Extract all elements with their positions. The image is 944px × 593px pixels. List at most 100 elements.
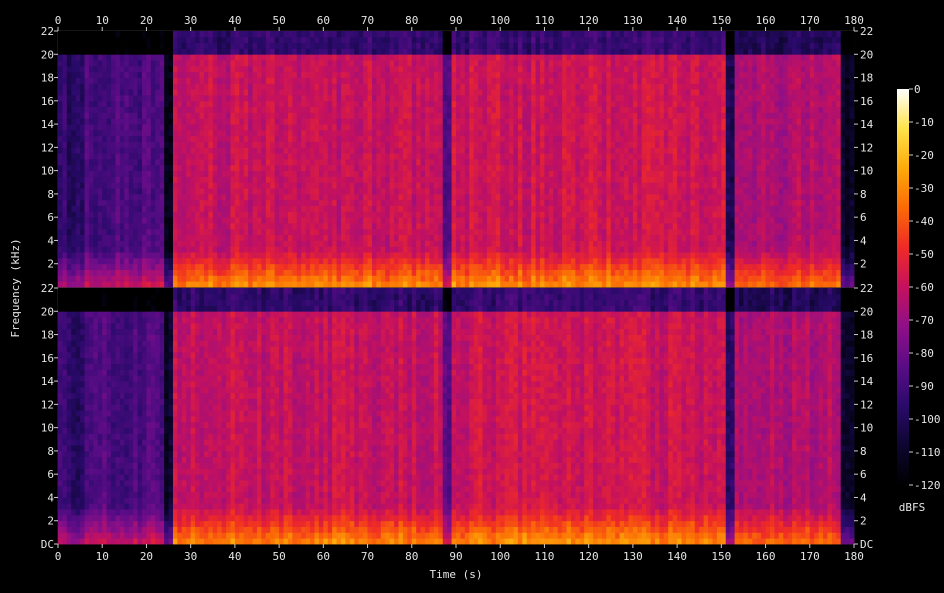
spectrogram-cell: [447, 217, 452, 223]
spectrogram-cell: [266, 252, 271, 258]
spectrogram-cell: [292, 240, 297, 246]
spectrogram-cell: [522, 31, 527, 37]
spectrogram-cell: [323, 31, 328, 37]
spectrogram-cell: [164, 182, 169, 188]
spectrogram-cell: [222, 176, 227, 182]
spectrogram-cell: [483, 31, 488, 37]
spectrogram-cell: [421, 48, 426, 54]
spectrogram-cell: [527, 252, 532, 258]
spectrogram-cell: [279, 43, 284, 49]
spectrogram-cell: [509, 176, 514, 182]
spectrogram-cell: [89, 153, 94, 159]
spectrogram-cell: [447, 95, 452, 101]
spectrogram-cell: [155, 165, 160, 171]
spectrogram-cell: [226, 124, 231, 130]
spectrogram-cell: [129, 235, 134, 241]
spectrogram-cell: [385, 211, 390, 217]
spectrogram-cell: [522, 136, 527, 142]
spectrogram-cell: [124, 159, 129, 165]
spectrogram-cell: [160, 176, 165, 182]
spectrogram-cell: [399, 66, 404, 72]
spectrogram-cell: [474, 223, 479, 229]
spectrogram-cell: [372, 112, 377, 118]
spectrogram-cell: [491, 147, 496, 153]
spectrogram-cell: [195, 124, 200, 130]
spectrogram-cell: [208, 246, 213, 252]
spectrogram-cell: [478, 281, 483, 287]
spectrogram-cell: [213, 142, 218, 148]
spectrogram-cell: [89, 229, 94, 235]
spectrogram-cell: [76, 235, 81, 241]
spectrogram-cell: [120, 270, 125, 276]
spectrogram-cell: [230, 95, 235, 101]
spectrogram-cell: [487, 182, 492, 188]
spectrogram-cell: [443, 118, 448, 124]
spectrogram-cell: [478, 118, 483, 124]
spectrogram-cell: [93, 124, 98, 130]
spectrogram-cell: [275, 107, 280, 113]
spectrogram-cell: [407, 165, 412, 171]
spectrogram-cell: [496, 60, 501, 66]
spectrogram-cell: [518, 142, 523, 148]
spectrogram-cell: [500, 147, 505, 153]
spectrogram-cell: [195, 200, 200, 206]
spectrogram-cell: [553, 153, 558, 159]
spectrogram-cell: [80, 176, 85, 182]
spectrogram-cell: [553, 264, 558, 270]
spectrogram-cell: [536, 211, 541, 217]
spectrogram-cell: [89, 176, 94, 182]
spectrogram-cell: [540, 258, 545, 264]
spectrogram-cell: [115, 176, 120, 182]
spectrogram-cell: [182, 147, 187, 153]
spectrogram-cell: [505, 147, 510, 153]
spectrogram-cell: [235, 124, 240, 130]
spectrogram-cell: [390, 258, 395, 264]
spectrogram-cell: [235, 258, 240, 264]
spectrogram-cell: [107, 252, 112, 258]
spectrogram-cell: [164, 83, 169, 89]
spectrogram-cell: [124, 211, 129, 217]
spectrogram-cell: [239, 240, 244, 246]
spectrogram-cell: [483, 252, 488, 258]
spectrogram-cell: [465, 130, 470, 136]
spectrogram-cell: [328, 270, 333, 276]
spectrogram-cell: [390, 130, 395, 136]
spectrogram-cell: [115, 31, 120, 37]
spectrogram-cell: [208, 270, 213, 276]
spectrogram-cell: [509, 107, 514, 113]
spectrogram-cell: [62, 229, 67, 235]
spectrogram-cell: [540, 281, 545, 287]
spectrogram-cell: [186, 142, 191, 148]
spectrogram-cell: [341, 43, 346, 49]
spectrogram-cell: [429, 171, 434, 177]
spectrogram-cell: [261, 153, 266, 159]
spectrogram-cell: [544, 142, 549, 148]
spectrogram-cell: [403, 136, 408, 142]
spectrogram-cell: [421, 130, 426, 136]
spectrogram-cell: [421, 66, 426, 72]
spectrogram-cell: [536, 246, 541, 252]
spectrogram-cell: [89, 240, 94, 246]
spectrogram-cell: [438, 275, 443, 281]
spectrogram-cell: [124, 54, 129, 60]
spectrogram-cell: [133, 54, 138, 60]
spectrogram-cell: [332, 72, 337, 78]
spectrogram-cell: [500, 275, 505, 281]
spectrogram-cell: [297, 142, 302, 148]
spectrogram-cell: [465, 270, 470, 276]
spectrogram-cell: [191, 130, 196, 136]
spectrogram-cell: [469, 206, 474, 212]
spectrogram-cell: [474, 235, 479, 241]
spectrogram-cell: [341, 95, 346, 101]
spectrogram-cell: [270, 171, 275, 177]
spectrogram-cell: [208, 229, 213, 235]
spectrogram-cell: [460, 101, 465, 107]
spectrogram-cell: [230, 188, 235, 194]
spectrogram-cell: [85, 188, 90, 194]
spectrogram-cell: [310, 48, 315, 54]
spectrogram-cell: [275, 258, 280, 264]
spectrogram-cell: [314, 112, 319, 118]
spectrogram-cell: [518, 270, 523, 276]
spectrogram-cell: [540, 130, 545, 136]
spectrogram-cell: [253, 194, 258, 200]
